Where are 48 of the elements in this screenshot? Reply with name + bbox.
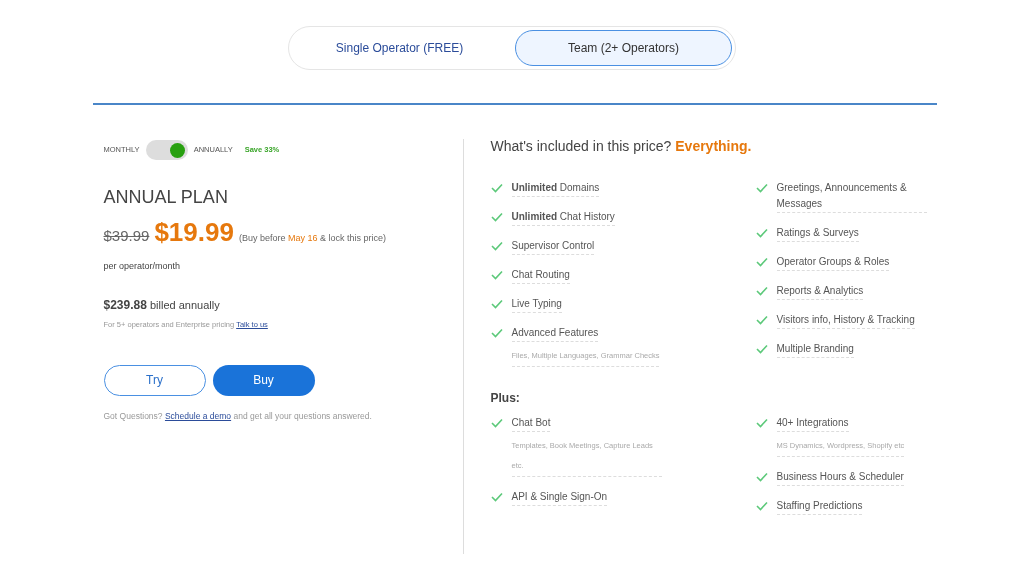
- feature-label: Live Typing: [511, 296, 562, 313]
- check-icon: [490, 183, 503, 193]
- billing-toggle[interactable]: [145, 140, 188, 160]
- feature-label: Visitors info, History & Tracking: [776, 312, 915, 329]
- plan-tab[interactable]: Single Operator (FREE): [292, 30, 507, 66]
- plan-tab[interactable]: Team (2+ Operators): [515, 30, 732, 66]
- check-icon: [755, 501, 768, 511]
- feature-label: Multiple Branding: [776, 341, 854, 358]
- check-icon: [755, 286, 768, 296]
- feature-label: API & Single Sign-On: [511, 489, 608, 506]
- check-icon: [755, 315, 768, 325]
- feature-label: Staffing Predictions: [776, 498, 863, 515]
- price: $19.99: [154, 216, 234, 249]
- price-unit: per operator/month: [103, 260, 182, 273]
- feature-label: Unlimited Domains: [511, 180, 600, 197]
- check-icon: [755, 228, 768, 238]
- deadline-text: (Buy before May 16 & lock this price): [238, 232, 387, 245]
- annual-total: $239.88 billed annually: [103, 296, 221, 314]
- check-icon: [490, 299, 503, 309]
- check-icon: [755, 472, 768, 482]
- check-icon: [755, 183, 768, 193]
- old-price: $39.99: [103, 226, 150, 246]
- check-icon: [490, 241, 503, 251]
- feature-label: Advanced Features: [511, 325, 599, 342]
- check-icon: [490, 492, 503, 502]
- feature-label: Greetings, Announcements & Messages: [776, 180, 927, 213]
- buy-button[interactable]: Buy: [212, 364, 315, 396]
- feature-label: Unlimited Chat History: [511, 209, 615, 226]
- plan-title: ANNUAL PLAN: [103, 186, 229, 209]
- plus-title: Plus:: [490, 390, 521, 407]
- check-icon: [490, 270, 503, 280]
- feature-label: Chat Bot: [511, 415, 551, 432]
- check-icon: [755, 344, 768, 354]
- check-icon: [755, 257, 768, 267]
- check-icon: [755, 418, 768, 428]
- check-icon: [490, 418, 503, 428]
- feature-label: Business Hours & Scheduler: [776, 469, 904, 486]
- feature-label: Supervisor Control: [511, 238, 595, 255]
- check-icon: [490, 212, 503, 222]
- questions-text: Got Questions? Schedule a demo and get all your questions answered.: [103, 409, 373, 423]
- feature-label: Chat Routing: [511, 267, 570, 284]
- feature-label: Reports & Analytics: [776, 283, 864, 300]
- feature-label: Operator Groups & Roles: [776, 254, 890, 271]
- check-icon: [490, 328, 503, 338]
- feature-label: 40+ Integrations: [776, 415, 849, 432]
- demo-link[interactable]: Schedule a demo: [164, 410, 232, 421]
- included-title: What's included in this price? Everything.: [490, 137, 753, 156]
- feature-label: Ratings & Surveys: [776, 225, 859, 242]
